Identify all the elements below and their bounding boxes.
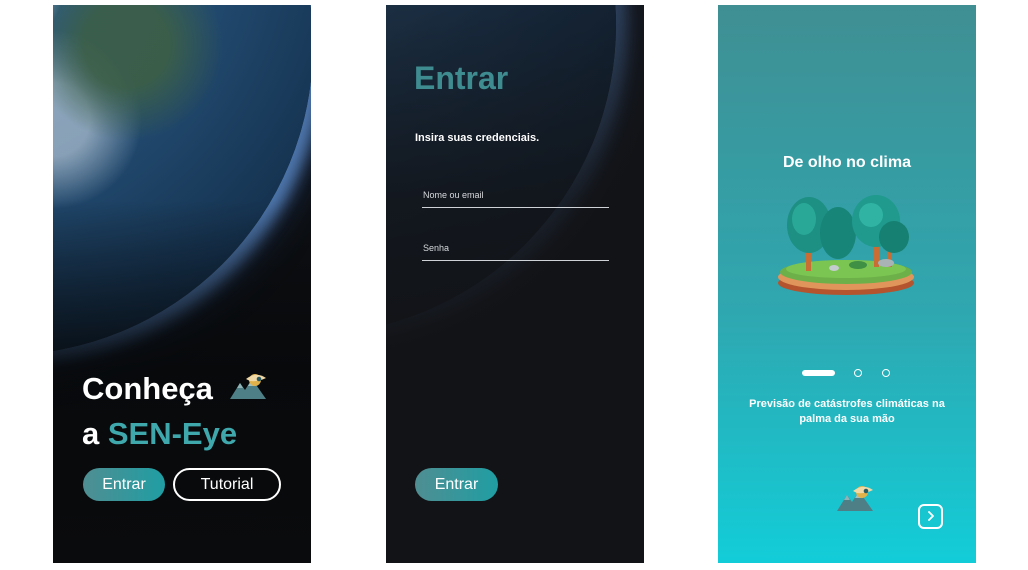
onboarding-description: Previsão de catástrofes climáticas na pa… — [749, 398, 945, 425]
sen-eye-logo-icon — [228, 369, 268, 412]
login-screen: Entrar Insira suas credenciais. Entrar — [386, 5, 644, 563]
headline-line1: Conheça — [82, 371, 213, 406]
password-input[interactable] — [422, 238, 609, 261]
tutorial-button[interactable]: Tutorial — [173, 468, 281, 501]
login-title: Entrar — [414, 60, 509, 96]
welcome-headline: Conheça a SEN-Eye — [82, 367, 268, 455]
welcome-screen: Conheça a SEN-Eye Entrar Tutorial — [53, 5, 311, 563]
sen-eye-logo-icon — [835, 483, 875, 518]
page-dot[interactable] — [854, 369, 862, 377]
page-dot-active[interactable] — [802, 370, 835, 376]
chevron-right-icon — [926, 508, 936, 526]
onboarding-screen: De olho no clima Previsão de catástrofes… — [718, 5, 976, 563]
forest-island-illustration — [776, 193, 918, 299]
next-button[interactable] — [918, 504, 943, 529]
brand-name: SEN-Eye — [107, 416, 238, 452]
username-input[interactable] — [422, 185, 609, 208]
enter-button[interactable]: Entrar — [83, 468, 165, 501]
headline-line2-prefix: a — [82, 416, 108, 452]
login-enter-button[interactable]: Entrar — [415, 468, 498, 501]
onboarding-title: De olho no clima — [782, 154, 911, 171]
page-dot[interactable] — [882, 369, 890, 377]
login-subtitle: Insira suas credenciais. — [415, 132, 540, 144]
